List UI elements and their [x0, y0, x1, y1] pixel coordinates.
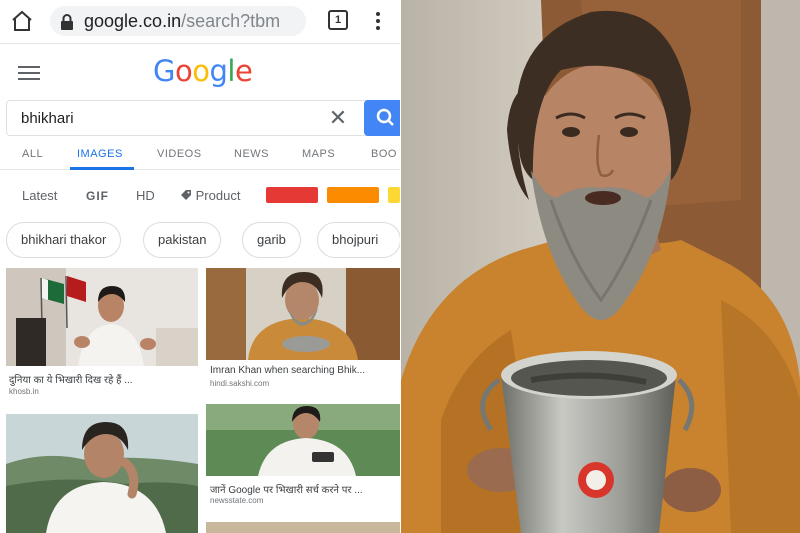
result-card[interactable]: जानें Google पर भिखारी सर्च करने पर ... …	[206, 404, 400, 533]
related-searches: bhikhari thakor pakistan garib bhojpuri	[0, 222, 400, 260]
logo-letter: o	[192, 54, 210, 88]
result-source: newsstate.com	[210, 496, 264, 505]
next-result-thumbnail[interactable]	[206, 522, 400, 533]
result-card[interactable]: Imran Khan when searching Bhik... hindi.…	[206, 268, 400, 398]
filter-product-label: Product	[195, 188, 241, 203]
related-chip[interactable]: pakistan	[143, 222, 222, 258]
beggar-photo	[401, 0, 800, 533]
related-chip[interactable]: bhikhari thakor	[6, 222, 122, 258]
logo-letter: G	[153, 54, 175, 88]
color-swatch-red[interactable]	[266, 187, 318, 203]
filter-latest[interactable]: Latest	[22, 188, 57, 203]
result-caption[interactable]: Imran Khan when searching Bhik...	[210, 365, 398, 376]
overflow-menu-icon[interactable]	[370, 10, 386, 32]
tab-videos[interactable]: VIDEOS	[157, 148, 202, 160]
active-tab-indicator	[70, 167, 134, 170]
result-thumbnail[interactable]	[6, 414, 198, 533]
logo-letter: o	[174, 54, 193, 88]
tab-news[interactable]: NEWS	[234, 148, 269, 160]
filter-hd[interactable]: HD	[136, 188, 155, 203]
result-card[interactable]: दुनिया का ये भिखारी दिख रहे हैं ... khos…	[6, 268, 198, 398]
google-header: Google	[0, 44, 400, 100]
hamburger-menu-icon[interactable]	[18, 66, 40, 80]
logo-letter: g	[209, 54, 228, 88]
address-bar[interactable]: google.co.in/search?tbm	[50, 6, 306, 36]
filter-product[interactable]: Product	[180, 188, 240, 203]
phone-screenshot: google.co.in/search?tbm 1 Google bhikhar…	[0, 0, 400, 533]
tab-maps[interactable]: MAPS	[302, 148, 335, 160]
lock-icon	[61, 14, 73, 30]
filter-gif[interactable]: GIF	[86, 189, 109, 203]
image-results: दुनिया का ये भिखारी दिख रहे हैं ... khos…	[0, 268, 400, 533]
result-caption[interactable]: दुनिया का ये भिखारी दिख रहे हैं ...	[9, 372, 195, 386]
url-path: /search?tbm	[181, 11, 281, 31]
tab-all[interactable]: ALL	[22, 148, 43, 160]
url-text: google.co.in/search?tbm	[84, 11, 280, 32]
filter-bar: Latest GIF HD Product	[0, 178, 400, 214]
search-tabs: ALL IMAGES VIDEOS NEWS MAPS BOO	[0, 140, 400, 170]
close-icon[interactable]: ✕	[327, 107, 349, 129]
browser-toolbar: google.co.in/search?tbm 1	[0, 0, 400, 44]
result-card[interactable]	[6, 414, 198, 533]
search-input[interactable]: bhikhari	[21, 110, 74, 127]
color-swatch-orange[interactable]	[327, 187, 379, 203]
url-domain: google.co.in	[84, 11, 182, 31]
result-source: khosb.in	[9, 387, 39, 396]
search-icon	[376, 108, 394, 126]
result-source: hindi.sakshi.com	[210, 379, 270, 388]
related-chip[interactable]: bhojpuri	[317, 222, 400, 258]
result-thumbnail[interactable]	[206, 404, 400, 476]
result-thumbnail[interactable]	[206, 268, 400, 360]
search-button[interactable]	[364, 100, 400, 136]
tabs-switcher-icon[interactable]: 1	[328, 10, 348, 30]
related-chip[interactable]: garib	[242, 222, 301, 258]
color-swatch-yellow[interactable]	[388, 187, 400, 203]
logo-letter: e	[234, 54, 253, 88]
google-logo[interactable]: Google	[153, 54, 253, 88]
tag-icon	[181, 190, 191, 200]
search-box: bhikhari ✕	[6, 100, 400, 136]
tab-images[interactable]: IMAGES	[77, 148, 123, 160]
logo-letter: l	[227, 54, 235, 88]
tab-books[interactable]: BOO	[371, 148, 397, 160]
result-thumbnail[interactable]	[6, 268, 198, 366]
result-caption[interactable]: जानें Google पर भिखारी सर्च करने पर ...	[210, 482, 398, 496]
home-icon[interactable]	[10, 10, 34, 32]
